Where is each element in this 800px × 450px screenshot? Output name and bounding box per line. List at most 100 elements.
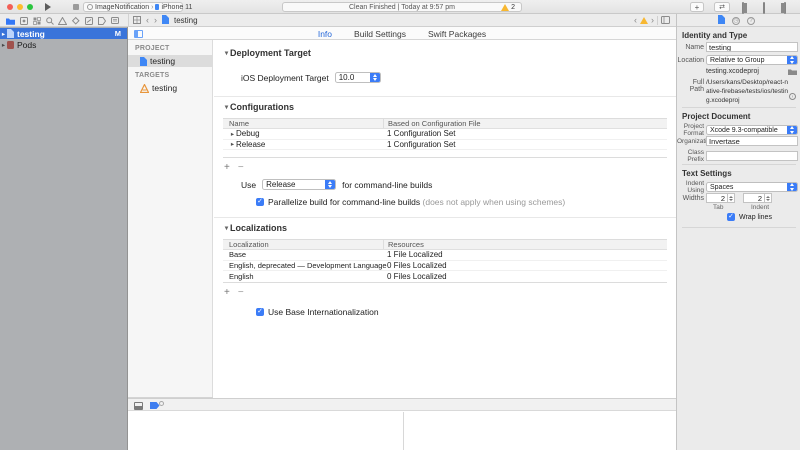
editor-arrows-button[interactable]: ⇄ bbox=[714, 2, 730, 12]
wrap-lines-checkbox[interactable]: ✓ bbox=[727, 213, 735, 221]
localization-name: English, deprecated — Development Langua… bbox=[223, 261, 383, 270]
location-popup[interactable]: Relative to Group bbox=[706, 55, 798, 65]
forward-button[interactable]: › bbox=[154, 16, 157, 25]
parallelize-checkbox[interactable]: ✓ bbox=[256, 198, 264, 206]
folder-icon[interactable] bbox=[788, 68, 797, 75]
related-items-icon[interactable] bbox=[133, 16, 141, 26]
previous-issue-button[interactable]: ‹ bbox=[634, 16, 637, 25]
file-inspector-icon[interactable] bbox=[718, 15, 725, 26]
scheme-name: ImageNotification bbox=[95, 4, 149, 11]
indent-width-stepper[interactable]: 2 bbox=[743, 193, 772, 203]
disclosure-triangle-icon[interactable]: ▾ bbox=[223, 103, 230, 111]
tab-build-settings[interactable]: Build Settings bbox=[354, 29, 406, 39]
minimize-window-button[interactable] bbox=[17, 4, 23, 10]
issue-navigator-icon[interactable] bbox=[56, 14, 69, 27]
parallelize-note: (does not apply when using schemes) bbox=[423, 197, 566, 207]
add-configuration-button[interactable]: + bbox=[224, 162, 230, 173]
library-button[interactable]: + bbox=[690, 2, 704, 12]
variables-view[interactable] bbox=[128, 412, 404, 450]
editor-options-icon[interactable] bbox=[661, 16, 670, 26]
find-navigator-icon[interactable] bbox=[43, 14, 56, 27]
table-row[interactable]: English, deprecated — Development Langua… bbox=[223, 261, 667, 272]
tab-info[interactable]: Info bbox=[318, 29, 332, 39]
remove-configuration-button[interactable]: − bbox=[238, 162, 244, 173]
command-line-builds-row: Use Release for command-line builds bbox=[241, 179, 676, 190]
sidebar-item-target-testing[interactable]: testing bbox=[128, 82, 212, 94]
source-control-navigator-icon[interactable] bbox=[17, 14, 30, 27]
file-inspector-panel: Identity and Type Name Location Relative… bbox=[676, 27, 800, 450]
remove-localization-button[interactable]: − bbox=[238, 287, 244, 298]
table-row[interactable]: English 0 Files Localized bbox=[223, 271, 667, 282]
project-group-header: PROJECT bbox=[128, 40, 212, 55]
disclosure-triangle-icon[interactable]: ▸ bbox=[229, 140, 236, 148]
navigator-item-label: testing bbox=[17, 29, 45, 39]
issue-warning-icon[interactable] bbox=[640, 17, 648, 24]
quick-help-inspector-icon[interactable]: ? bbox=[747, 17, 755, 25]
file-icon bbox=[162, 15, 169, 26]
divider bbox=[657, 16, 658, 25]
scheme-selector[interactable]: ImageNotification › iPhone 11 bbox=[83, 2, 183, 12]
history-inspector-icon[interactable]: ◷ bbox=[732, 17, 740, 25]
project-navigator-icon[interactable] bbox=[4, 14, 17, 27]
disclosure-triangle-icon[interactable]: ▸ bbox=[0, 41, 7, 49]
disclosure-triangle-icon[interactable]: ▸ bbox=[229, 130, 236, 138]
localizations-add-remove: + − bbox=[214, 287, 676, 298]
disclosure-triangle-icon[interactable]: ▾ bbox=[223, 224, 230, 232]
sidebar-item-project-testing[interactable]: testing bbox=[128, 55, 212, 67]
table-row[interactable]: Base 1 File Localized bbox=[223, 250, 667, 261]
toggle-inspector-button[interactable] bbox=[784, 2, 786, 14]
disclosure-triangle-icon[interactable]: ▾ bbox=[223, 49, 230, 57]
toggle-navigator-button[interactable] bbox=[742, 2, 744, 14]
navigator-item-testing[interactable]: ▸ testing M bbox=[0, 28, 127, 39]
inspector-divider bbox=[682, 227, 796, 228]
indent-width-value: 2 bbox=[743, 193, 765, 203]
swap-arrows-icon: ⇄ bbox=[719, 3, 725, 11]
console-view[interactable] bbox=[405, 412, 676, 450]
zoom-window-button[interactable] bbox=[27, 4, 33, 10]
jump-bar-file-name[interactable]: testing bbox=[174, 16, 198, 25]
navigator-item-pods[interactable]: ▸ Pods bbox=[0, 39, 127, 50]
activity-status-bar: Clean Finished | Today at 9:57 pm 2 bbox=[282, 2, 522, 12]
report-navigator-icon[interactable] bbox=[108, 14, 121, 27]
tab-swift-packages[interactable]: Swift Packages bbox=[428, 29, 486, 39]
stop-button[interactable] bbox=[73, 4, 79, 10]
class-prefix-input[interactable] bbox=[706, 151, 798, 161]
scheme-app-icon bbox=[87, 4, 93, 10]
table-row[interactable]: ▸Release 1 Configuration Set bbox=[223, 140, 667, 151]
toggle-debug-area-button[interactable] bbox=[763, 2, 765, 14]
base-internationalization-checkbox[interactable]: ✓ bbox=[256, 308, 264, 316]
command-line-config-popup[interactable]: Release bbox=[262, 179, 336, 190]
add-localization-button[interactable]: + bbox=[224, 287, 230, 298]
configurations-table: Name Based on Configuration File ▸Debug … bbox=[223, 118, 667, 158]
table-row[interactable]: ▸Debug 1 Configuration Set bbox=[223, 129, 667, 140]
divider bbox=[676, 14, 677, 27]
name-input[interactable] bbox=[706, 42, 798, 52]
localization-name: Base bbox=[223, 250, 383, 259]
use-suffix-label: for command-line builds bbox=[342, 180, 432, 190]
disclosure-triangle-icon[interactable]: ▸ bbox=[0, 30, 7, 38]
warning-icon bbox=[501, 4, 509, 11]
deployment-target-popup[interactable]: 10.0 bbox=[335, 72, 381, 83]
indent-using-popup[interactable]: Spaces bbox=[706, 182, 798, 192]
project-format-popup[interactable]: Xcode 9.3-compatible bbox=[706, 125, 798, 135]
run-button[interactable] bbox=[45, 3, 51, 11]
back-button[interactable]: ‹ bbox=[146, 16, 149, 25]
popup-chevrons-icon bbox=[787, 56, 797, 64]
warning-badge[interactable]: 2 bbox=[501, 4, 515, 11]
symbol-navigator-icon[interactable] bbox=[30, 14, 43, 27]
breakpoint-navigator-icon[interactable] bbox=[95, 14, 108, 27]
tab-width-stepper[interactable]: 2 bbox=[706, 193, 735, 203]
test-navigator-icon[interactable] bbox=[69, 14, 82, 27]
outline-toggle-icon[interactable] bbox=[134, 30, 143, 38]
hide-debug-area-icon[interactable] bbox=[134, 402, 143, 410]
debug-navigator-icon[interactable] bbox=[82, 14, 95, 27]
jump-bar: ‹ › testing bbox=[133, 14, 198, 27]
reveal-arrow-icon[interactable]: › bbox=[789, 93, 796, 100]
popup-value: Release bbox=[263, 180, 325, 189]
organization-input[interactable] bbox=[706, 136, 798, 146]
parallelize-label: Parallelize build for command-line build… bbox=[268, 197, 420, 207]
close-window-button[interactable] bbox=[7, 4, 13, 10]
project-file-icon bbox=[140, 57, 147, 66]
next-issue-button[interactable]: › bbox=[651, 16, 654, 25]
divider bbox=[128, 14, 129, 27]
